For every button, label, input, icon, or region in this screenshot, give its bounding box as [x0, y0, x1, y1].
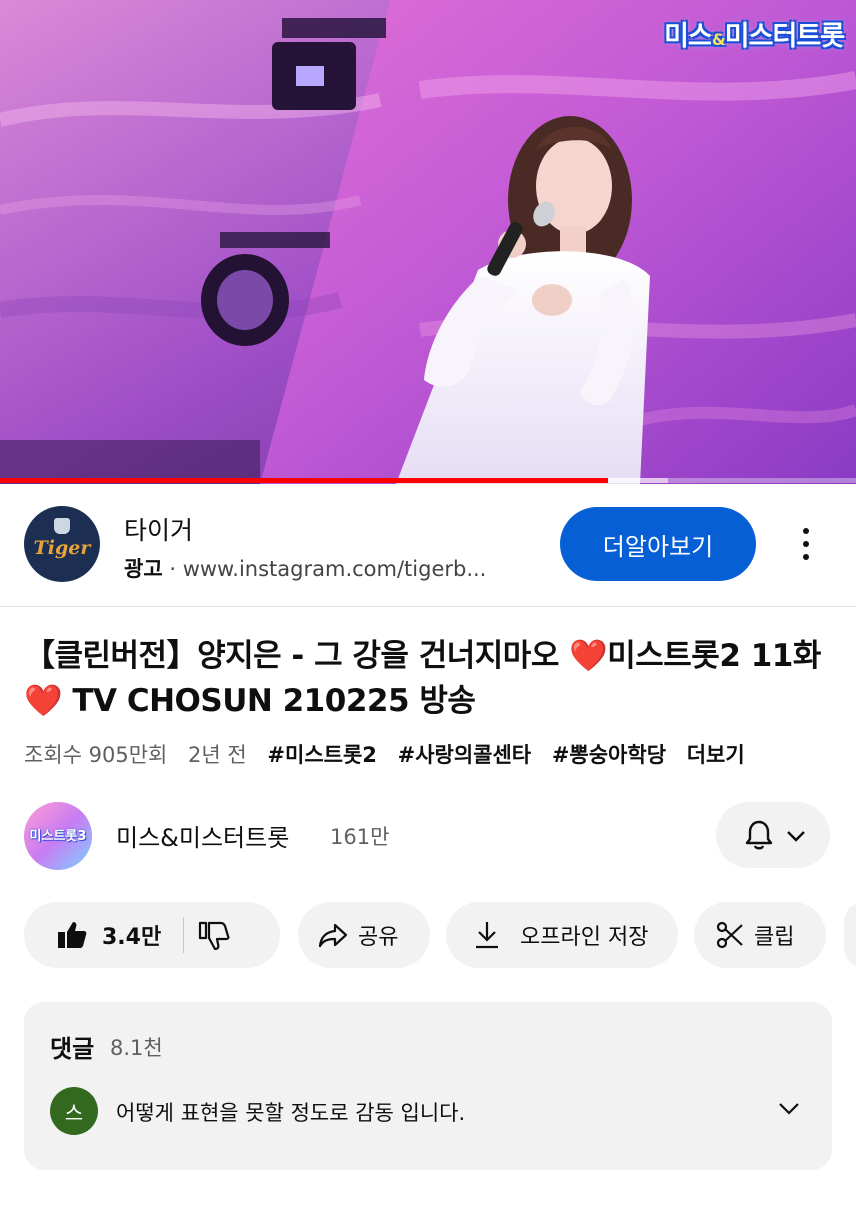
upload-age: 2년 전 — [188, 743, 247, 767]
download-icon — [476, 922, 498, 949]
show-logo-amp: & — [711, 30, 726, 49]
subscriber-count: 161만 — [330, 825, 390, 849]
like-divider — [183, 917, 185, 953]
chevron-down-icon — [787, 831, 805, 842]
ad-separator: · — [169, 557, 177, 581]
notification-button[interactable] — [716, 802, 830, 868]
share-icon — [318, 923, 348, 948]
video-frame — [0, 0, 856, 484]
advertiser-name: 타이거 — [124, 516, 194, 545]
learn-more-button[interactable]: 더알아보기 — [560, 507, 756, 581]
clip-button[interactable]: 클립 — [694, 902, 826, 968]
hashtag-link[interactable]: #사랑의콜센타 — [398, 743, 532, 767]
show-logo: 미스&미스터트롯 — [664, 14, 845, 53]
video-title-part3: TV CHOSUN 210225 방송 — [62, 683, 476, 719]
heart-emoji-2: ❤️ — [24, 683, 63, 719]
share-label: 공유 — [358, 925, 399, 950]
scissors-icon — [716, 921, 743, 949]
video-player[interactable]: 미스&미스터트롯 — [0, 0, 856, 484]
heart-emoji: ❤️ — [569, 638, 608, 674]
progress-bar[interactable] — [0, 478, 856, 483]
like-count[interactable]: 3.4만 — [102, 919, 161, 951]
more-link[interactable]: 더보기 — [687, 743, 745, 767]
more-vert-icon[interactable] — [792, 522, 820, 566]
channel-avatar-text: 미스트롯3 — [29, 829, 87, 844]
thumb-up-icon[interactable] — [56, 919, 88, 951]
share-button[interactable]: 공유 — [298, 902, 430, 968]
save-label: 오프라인 저장 — [520, 925, 649, 950]
show-logo-right: 미스터트롯 — [724, 21, 845, 52]
video-title-part1: 【클린버전】양지은 - 그 강을 건너지마오 — [24, 638, 570, 674]
bell-icon — [745, 820, 773, 850]
comments-title: 댓글 — [50, 1035, 95, 1063]
chevron-down-icon[interactable] — [778, 1102, 800, 1116]
progress-played — [0, 478, 608, 483]
more-actions-button[interactable] — [844, 902, 856, 968]
view-count: 조회수 905만회 — [24, 743, 168, 767]
like-dislike-group: 3.4만 — [24, 902, 280, 968]
tiger-emblem-icon — [54, 518, 70, 534]
ad-label: 광고 — [124, 557, 163, 581]
clip-label: 클립 — [754, 925, 795, 950]
ad-url: www.instagram.com/tigerb... — [182, 557, 487, 581]
ad-meta: 광고 · www.instagram.com/tigerb... — [124, 553, 486, 583]
comment-text: 어떻게 표현을 못할 정도로 감동 입니다. — [116, 1101, 466, 1125]
video-title-part2: 미스트롯2 11화 — [607, 638, 821, 674]
channel-avatar[interactable]: 미스트롯3 — [24, 802, 92, 870]
hashtag-link[interactable]: #미스트롯2 — [267, 743, 377, 767]
video-meta[interactable]: 조회수 905만회 2년 전 #미스트롯2 #사랑의콜센타 #뽕숭아학당 더보기 — [24, 739, 759, 769]
hashtag-link[interactable]: #뽕숭아학당 — [552, 743, 666, 767]
offline-save-button[interactable]: 오프라인 저장 — [446, 902, 678, 968]
commenter-avatar: 스 — [50, 1087, 98, 1135]
advertiser-logo[interactable]: Tiger — [24, 506, 100, 582]
thumb-down-icon[interactable] — [198, 919, 230, 951]
ad-row[interactable]: Tiger 타이거 광고 · www.instagram.com/tigerb.… — [0, 484, 856, 607]
comments-count: 8.1천 — [110, 1036, 163, 1060]
show-logo-left: 미스 — [664, 21, 713, 52]
video-title[interactable]: 【클린버전】양지은 - 그 강을 건너지마오 ❤️미스트롯2 11화❤️ TV … — [24, 634, 824, 724]
comments-panel[interactable]: 댓글 8.1천 스 어떻게 표현을 못할 정도로 감동 입니다. — [24, 1002, 832, 1170]
advertiser-logo-text: Tiger — [33, 537, 91, 559]
channel-name[interactable]: 미스&미스터트롯 — [116, 818, 289, 853]
